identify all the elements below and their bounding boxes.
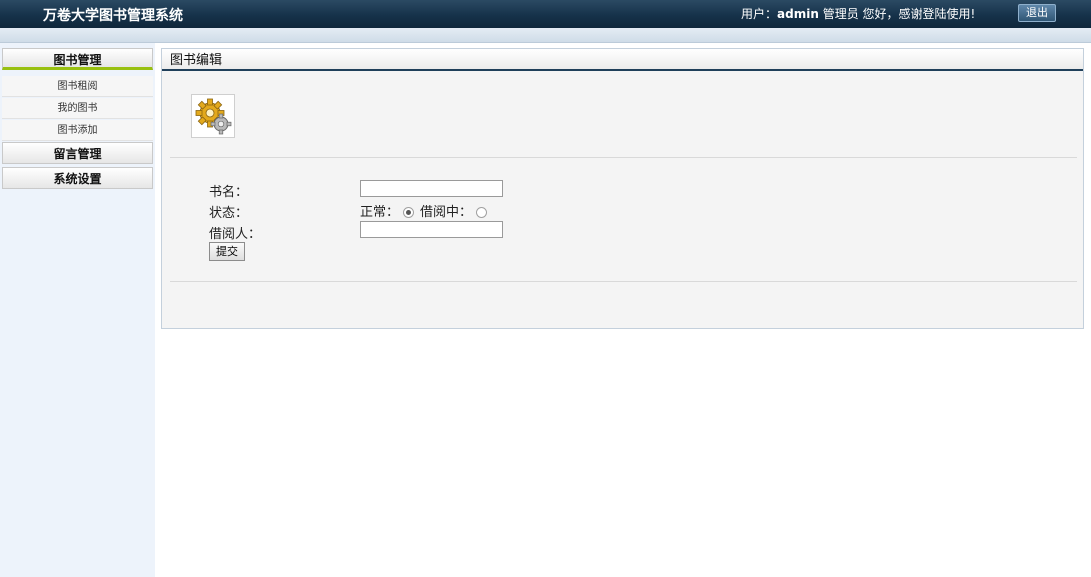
app-title: 万卷大学图书管理系统 [43,8,183,24]
top-header: 万卷大学图书管理系统 用户：admin 管理员 您好，感谢登陆使用! 退出 [0,0,1091,28]
sidebar: 图书管理 图书租阅 我的图书 图书添加 留言管理 系统设置 [0,43,155,577]
book-name-label: 书名： [209,185,249,200]
sidebar-item-book-rental[interactable]: 图书租阅 [2,76,153,97]
user-greeting: 用户：admin 管理员 您好，感谢登陆使用! [741,5,975,22]
book-edit-panel: 图书编辑 书名： 状态： 正常： 借阅中： 借阅人： 提交 [161,48,1084,329]
user-prefix: 用户： [741,7,778,21]
status-normal-radio[interactable] [403,207,415,218]
submit-button[interactable]: 提交 [209,242,245,261]
borrower-label: 借阅人： [209,227,262,242]
user-suffix: 管理员 您好，感谢登陆使用! [818,7,976,21]
status-borrowed-radio[interactable] [476,207,488,218]
panel-title: 图书编辑 [162,49,1083,71]
sub-header-strip [0,28,1091,43]
sidebar-section-book-management[interactable]: 图书管理 [2,48,153,70]
status-radio-group: 正常： 借阅中： [360,201,493,220]
status-normal-label: 正常： [360,205,400,220]
book-name-input[interactable] [360,180,503,197]
sidebar-item-my-books[interactable]: 我的图书 [2,98,153,119]
sidebar-section-system-settings[interactable]: 系统设置 [2,167,153,189]
divider-top [170,157,1077,158]
borrower-input[interactable] [360,221,503,238]
sidebar-section-message-management[interactable]: 留言管理 [2,142,153,164]
sidebar-item-add-book[interactable]: 图书添加 [2,120,153,141]
gear-settings-icon [191,94,235,138]
status-label: 状态： [209,206,249,221]
username: admin [777,7,819,21]
divider-bottom [170,281,1077,282]
logout-button[interactable]: 退出 [1018,4,1056,22]
status-borrowed-label: 借阅中： [420,205,473,220]
